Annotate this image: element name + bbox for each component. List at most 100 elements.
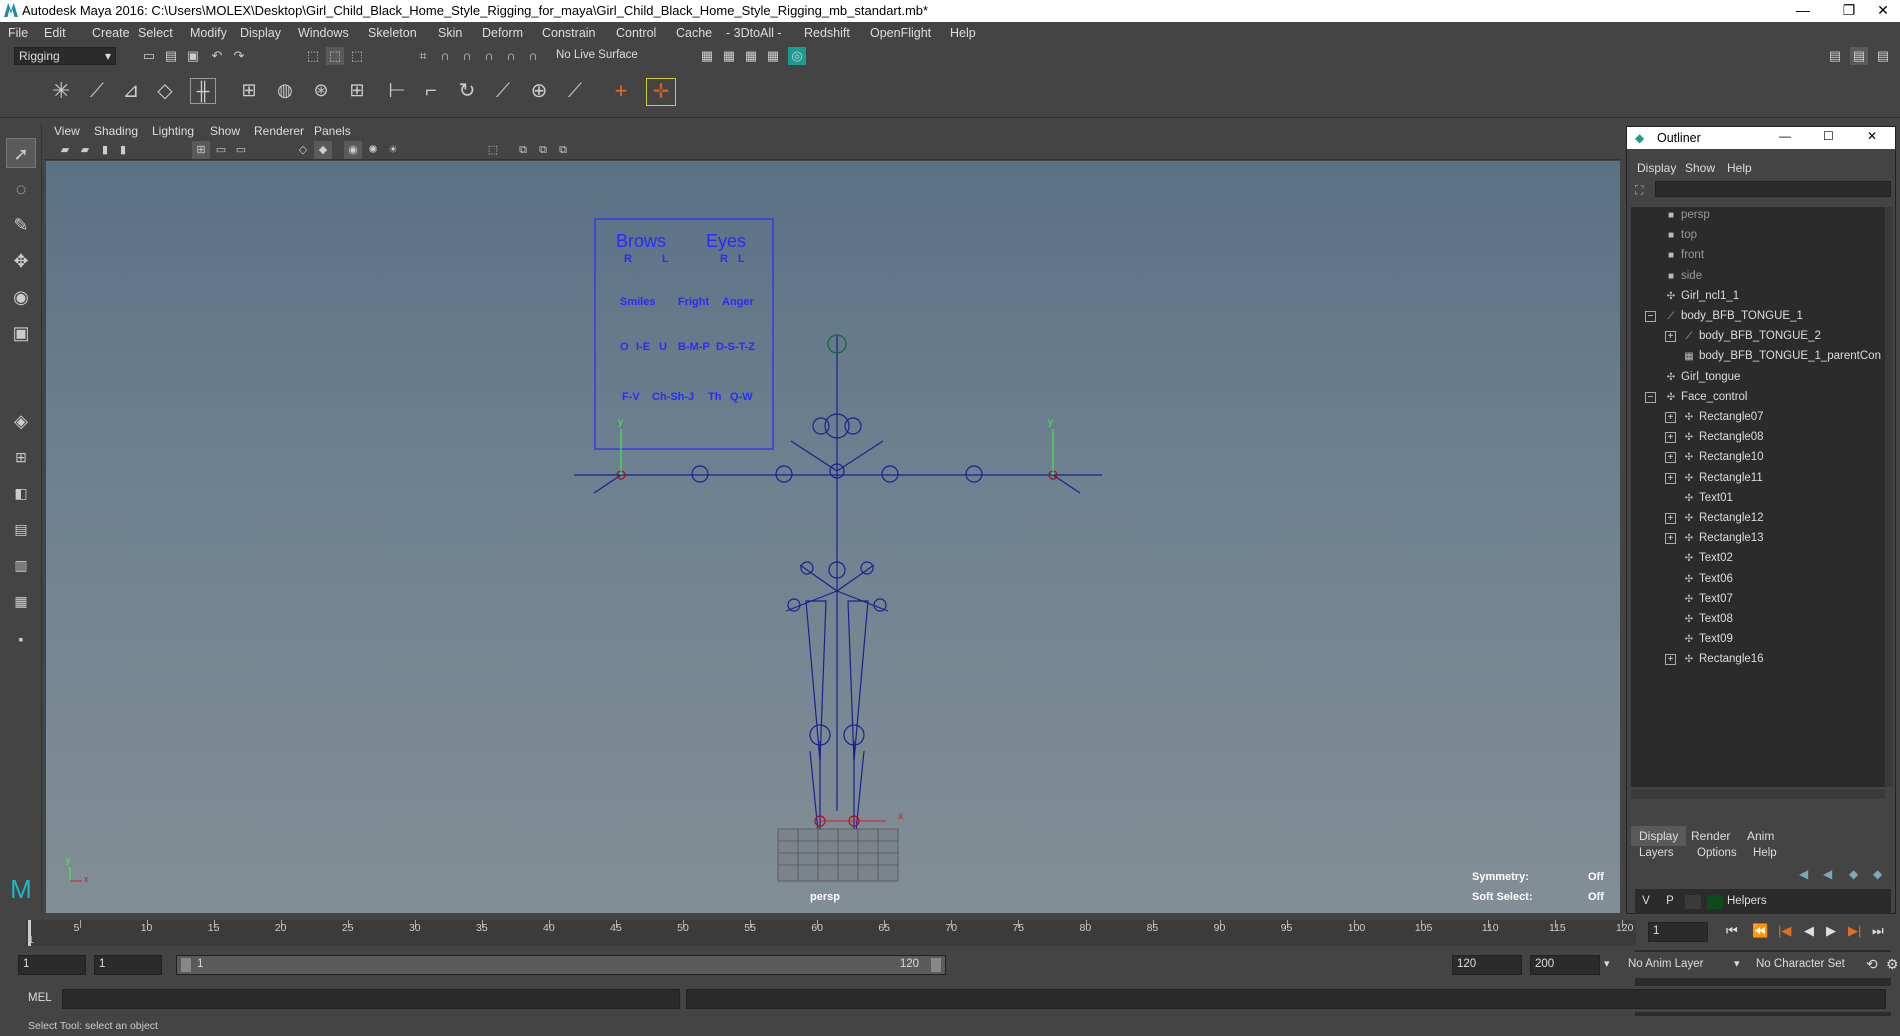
outliner-horizontal-scrollbar[interactable] (1631, 789, 1885, 799)
snap-live-icon[interactable]: ∩ (524, 47, 542, 65)
render-settings-icon[interactable]: ▦ (742, 47, 760, 65)
persp-outliner-icon[interactable]: ▤ (6, 514, 36, 544)
expand-icon[interactable]: + (1665, 654, 1676, 666)
menu-redshift[interactable]: Redshift (804, 26, 850, 40)
tab-anim[interactable]: Anim (1739, 826, 1782, 846)
character-set-selector[interactable]: No Character Set (1756, 958, 1845, 970)
four-view-icon[interactable]: ⊞ (6, 442, 36, 472)
expand-icon[interactable]: + (1665, 432, 1676, 444)
rotate-tool-icon[interactable]: ◉ (6, 282, 36, 312)
outliner-node[interactable]: − ✣ Face_control (1631, 389, 1881, 407)
bind-skin-icon[interactable]: ⊞ (236, 78, 262, 104)
grid-icon[interactable]: ⊞ (192, 141, 210, 159)
paint-weights-icon[interactable]: ⊛ (306, 78, 336, 104)
cluster-icon[interactable]: ⊢ (388, 81, 406, 101)
outliner-node[interactable]: ✣ Text09 (1631, 631, 1881, 649)
play-backward-icon[interactable]: ◀ (1804, 923, 1814, 939)
film-gate-icon[interactable]: ▭ (212, 141, 230, 159)
wireframe-icon[interactable]: ◇ (294, 141, 312, 159)
outliner-search-input[interactable] (1655, 181, 1891, 197)
layer-template-toggle[interactable] (1685, 895, 1701, 909)
lattice-icon[interactable]: ⊞ (342, 78, 372, 104)
layer-menu-help[interactable]: Help (1753, 847, 1777, 859)
time-slider-track[interactable]: 1 5 10 15 20 25 30 35 40 45 50 55 60 65 70 75 80 85 90 95 1… (26, 920, 1636, 946)
outliner-node[interactable]: ✣ Girl_tongue (1631, 369, 1881, 387)
step-back-frame-icon[interactable]: |◀ (1778, 923, 1791, 939)
select-object-icon[interactable]: ⬚ (326, 47, 344, 65)
outliner-menu-show[interactable]: Show (1685, 161, 1715, 175)
outliner-node[interactable]: ■ side (1631, 268, 1881, 286)
custom-layout-icon[interactable]: ▪ (6, 624, 36, 654)
range-start-handle[interactable] (181, 958, 191, 972)
outliner-node[interactable]: + ✣ Rectangle08 (1631, 429, 1881, 447)
xray-joints-icon[interactable]: ⧉ (534, 141, 552, 159)
new-layer-selected-icon[interactable]: ◆ (1873, 867, 1882, 881)
move-tool-icon[interactable]: ✥ (6, 246, 36, 276)
menu-cache[interactable]: Cache (676, 26, 712, 40)
outliner-node[interactable]: ■ top (1631, 227, 1881, 245)
workspace-icon[interactable]: ▤ (1826, 47, 1844, 65)
menu-windows[interactable]: Windows (298, 26, 349, 40)
insert-joint-icon[interactable]: ⟋ (88, 81, 106, 101)
step-back-key-icon[interactable]: ⏪ (1752, 923, 1768, 939)
layer-menu-options[interactable]: Options (1697, 847, 1737, 859)
select-component-icon[interactable]: ⬚ (348, 47, 366, 65)
anim-end-field[interactable]: 200 (1530, 955, 1600, 975)
expand-icon[interactable]: + (1665, 331, 1676, 343)
outliner-node[interactable]: + ✣ Rectangle12 (1631, 510, 1881, 528)
ipr-render-icon[interactable]: ▦ (720, 47, 738, 65)
layer-move-down-icon[interactable]: ◀ (1823, 867, 1832, 881)
render-frame-icon[interactable]: ▦ (698, 47, 716, 65)
set-driven-key-icon[interactable]: ✛ (646, 78, 676, 106)
outliner-node[interactable]: ✣ Text08 (1631, 611, 1881, 629)
outliner-node[interactable]: + ✣ Rectangle10 (1631, 449, 1881, 467)
persp-graph-icon[interactable]: ▥ (6, 550, 36, 580)
auto-key-icon[interactable]: ⟲ (1866, 956, 1878, 973)
expand-icon[interactable]: + (1665, 472, 1676, 484)
tab-display[interactable]: Display (1631, 826, 1687, 846)
menu-control[interactable]: Control (616, 26, 656, 40)
paint-select-icon[interactable]: ✎ (6, 210, 36, 240)
anim-layer-selector[interactable]: No Anim Layer (1628, 958, 1703, 970)
viewport-menu-show[interactable]: Show (210, 124, 240, 138)
ik-handle-icon[interactable]: ╫ (190, 78, 216, 104)
hypershade-icon[interactable]: ▦ (764, 47, 782, 65)
image-plane-icon[interactable]: ▮ (114, 141, 132, 159)
aim-constraint-icon[interactable]: ⟋ (566, 81, 584, 101)
menu-deform[interactable]: Deform (482, 26, 523, 40)
hud-icon[interactable]: ⧉ (554, 141, 572, 159)
layer-menu-layers[interactable]: Layers (1639, 847, 1674, 859)
range-end-handle[interactable] (931, 958, 941, 972)
chevron-down-icon[interactable]: ▾ (1604, 957, 1610, 970)
preferences-icon[interactable]: ⚙ (1886, 956, 1899, 973)
viewport-menu-lighting[interactable]: Lighting (152, 124, 194, 138)
bookmark-icon[interactable]: ▮ (96, 141, 114, 159)
maximize-icon[interactable]: ☐ (1823, 129, 1834, 143)
render-view-icon[interactable]: ◎ (788, 47, 806, 65)
outliner-vertical-scrollbar[interactable] (1885, 207, 1893, 787)
scale-tool-icon[interactable]: ▣ (6, 318, 36, 348)
menu-set-selector[interactable]: Rigging ▾ (14, 47, 116, 65)
layer-color-swatch[interactable] (1707, 895, 1723, 909)
snap-grid-icon[interactable]: ⌗ (414, 47, 432, 65)
create-joint-icon[interactable]: ✳ (52, 80, 70, 102)
outliner-node[interactable]: ✣ Text01 (1631, 490, 1881, 508)
menu-help[interactable]: Help (950, 26, 976, 40)
expand-icon[interactable]: + (1665, 412, 1676, 423)
xray-icon[interactable]: ⧉ (514, 141, 532, 159)
smooth-bind-icon[interactable]: ◍ (270, 78, 300, 104)
snap-view-icon[interactable]: ∩ (480, 47, 498, 65)
shadows-icon[interactable]: ☀ (384, 141, 402, 159)
outliner-node[interactable]: + ✣ Rectangle13 (1631, 530, 1881, 548)
playback-start-field[interactable]: 1 (94, 955, 162, 975)
outliner-node[interactable]: ✣ Text02 (1631, 550, 1881, 568)
playback-end-field[interactable]: 120 (1452, 955, 1522, 975)
step-forward-frame-icon[interactable]: ▶| (1848, 923, 1861, 939)
menu-create[interactable]: Create (92, 26, 130, 40)
new-layer-icon[interactable]: ◆ (1849, 867, 1858, 881)
save-scene-icon[interactable]: ▣ (184, 47, 202, 65)
layer-playback-toggle[interactable]: P (1661, 895, 1679, 907)
menu-skin[interactable]: Skin (438, 26, 462, 40)
menu-modify[interactable]: Modify (190, 26, 227, 40)
outliner-node[interactable]: − ⟋ body_BFB_TONGUE_1 (1631, 308, 1881, 326)
